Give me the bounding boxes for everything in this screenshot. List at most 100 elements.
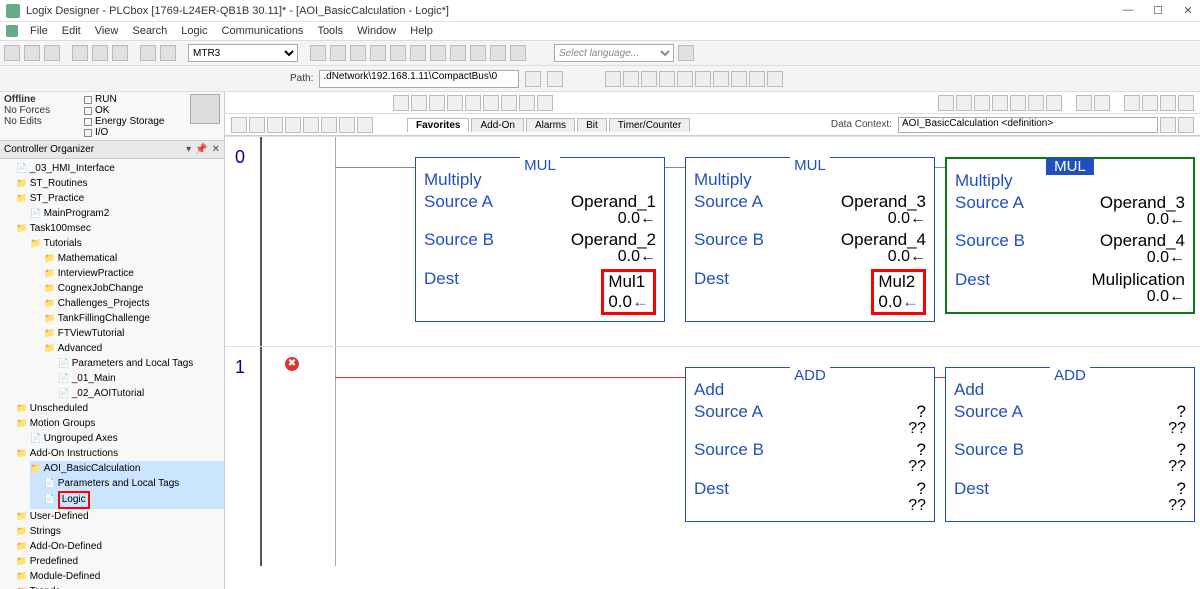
toolbar-icon[interactable]: [713, 71, 729, 87]
toolbar-icon[interactable]: [731, 71, 747, 87]
tree-folder[interactable]: FTViewTutorial: [44, 326, 224, 341]
coil-icon[interactable]: [1046, 95, 1062, 111]
new-icon[interactable]: [4, 45, 20, 61]
tool-icon[interactable]: [285, 117, 301, 133]
tree-folder[interactable]: TankFillingChallenge: [44, 311, 224, 326]
menu-communications[interactable]: Communications: [216, 25, 310, 37]
cut-icon[interactable]: [72, 45, 88, 61]
coil-icon[interactable]: [1028, 95, 1044, 111]
tree-item[interactable]: _03_HMI_Interface: [16, 161, 224, 176]
tree-folder[interactable]: Predefined: [16, 554, 224, 569]
tab-bit[interactable]: Bit: [577, 118, 607, 132]
source-b-value[interactable]: ?: [917, 440, 926, 460]
tree-folder[interactable]: Add-On Instructions AOI_BasicCalculation…: [16, 446, 224, 509]
instruction-mul-3-selected[interactable]: MUL Multiply Source AOperand_3 0.0← Sour…: [945, 157, 1195, 314]
contact-icon[interactable]: [974, 95, 990, 111]
contact-icon[interactable]: [447, 95, 463, 111]
rung-1[interactable]: 1 ✖ ADD Add Source A? ?? Source B? ?? De…: [225, 346, 1200, 566]
tree-folder[interactable]: Unscheduled: [16, 401, 224, 416]
tool-icon[interactable]: [321, 117, 337, 133]
tool-icon[interactable]: [1076, 95, 1092, 111]
tree-folder[interactable]: Challenges_Projects: [44, 296, 224, 311]
project-tree[interactable]: _03_HMI_Interface ST_Routines ST_Practic…: [0, 159, 224, 589]
source-a-value[interactable]: ?: [917, 402, 926, 422]
tree-folder-aoi-basiccalculation[interactable]: AOI_BasicCalculation Parameters and Loca…: [30, 461, 224, 509]
tool-icon[interactable]: [1142, 95, 1158, 111]
instruction-add-1[interactable]: ADD Add Source A? ?? Source B? ?? Dest? …: [685, 367, 935, 522]
tree-folder[interactable]: Motion Groups Ungrouped Axes: [16, 416, 224, 446]
source-a-value[interactable]: Operand_3: [841, 192, 926, 212]
coil-icon[interactable]: [483, 95, 499, 111]
toolbar-icon[interactable]: [695, 71, 711, 87]
tag-combo[interactable]: MTR3: [188, 44, 298, 62]
source-b-value[interactable]: Operand_4: [841, 230, 926, 250]
tool-icon[interactable]: [303, 117, 319, 133]
ladder-editor[interactable]: 0 MUL Multiply Source AOperand_1 0.0← So…: [225, 136, 1200, 589]
tab-addon[interactable]: Add-On: [471, 118, 523, 132]
dest-value[interactable]: ?: [917, 479, 926, 499]
toolbar-icon[interactable]: [605, 71, 621, 87]
tool-icon[interactable]: [357, 117, 373, 133]
menu-tools[interactable]: Tools: [311, 25, 349, 37]
tool-icon[interactable]: [330, 45, 346, 61]
tool-icon[interactable]: [267, 117, 283, 133]
tree-folder[interactable]: User-Defined: [16, 509, 224, 524]
toolbar-icon[interactable]: [767, 71, 783, 87]
tool-icon[interactable]: [231, 117, 247, 133]
data-context-tool-icon[interactable]: [1178, 117, 1194, 133]
tree-folder[interactable]: CognexJobChange: [44, 281, 224, 296]
rung-icon[interactable]: [938, 95, 954, 111]
data-context-dropdown-icon[interactable]: [1160, 117, 1176, 133]
tree-item[interactable]: Ungrouped Axes: [30, 431, 224, 446]
copy-icon[interactable]: [92, 45, 108, 61]
source-b-value[interactable]: ?: [1177, 440, 1186, 460]
tree-folder[interactable]: Task100msec Tutorials Mathematical Inter…: [16, 221, 224, 401]
minimize-button[interactable]: —: [1122, 4, 1134, 17]
dest-highlight[interactable]: Mul1 0.0←: [601, 269, 656, 315]
tool-icon[interactable]: [249, 117, 265, 133]
lang-icon[interactable]: [678, 45, 694, 61]
tool-icon[interactable]: [390, 45, 406, 61]
coil-icon[interactable]: [501, 95, 517, 111]
toolbar-icon[interactable]: [641, 71, 657, 87]
contact-icon[interactable]: [992, 95, 1008, 111]
tree-item[interactable]: Parameters and Local Tags: [44, 476, 224, 491]
path-field[interactable]: .dNetwork\192.168.1.11\CompactBus\0: [319, 70, 519, 88]
save-icon[interactable]: [44, 45, 60, 61]
source-b-value[interactable]: Operand_4: [1100, 231, 1185, 251]
rung-0[interactable]: 0 MUL Multiply Source AOperand_1 0.0← So…: [225, 136, 1200, 346]
menu-view[interactable]: View: [89, 25, 125, 37]
tree-folder[interactable]: ST_Routines: [16, 176, 224, 191]
instruction-add-2[interactable]: ADD Add Source A? ?? Source B? ?? Dest? …: [945, 367, 1195, 522]
source-a-value[interactable]: Operand_3: [1100, 193, 1185, 213]
tree-folder[interactable]: Advanced Parameters and Local Tags _01_M…: [44, 341, 224, 401]
organizer-dropdown-icon[interactable]: ▾: [186, 144, 191, 155]
dest-value[interactable]: ?: [1177, 479, 1186, 499]
source-b-value[interactable]: Operand_2: [571, 230, 656, 250]
toolbar-icon[interactable]: [749, 71, 765, 87]
tool-icon[interactable]: [1094, 95, 1110, 111]
tree-folder[interactable]: Add-On-Defined: [16, 539, 224, 554]
organizer-pin-icon[interactable]: 📌: [195, 144, 207, 155]
data-context-field[interactable]: AOI_BasicCalculation <definition>: [898, 117, 1158, 133]
tree-folder[interactable]: Strings: [16, 524, 224, 539]
tree-item[interactable]: _02_AOITutorial: [58, 386, 224, 401]
tool-icon[interactable]: [450, 45, 466, 61]
path-browse-icon[interactable]: [547, 71, 563, 87]
tree-folder[interactable]: Tutorials Mathematical InterviewPractice…: [30, 236, 224, 401]
toolbar-icon[interactable]: [659, 71, 675, 87]
nav-first-icon[interactable]: [393, 95, 409, 111]
tab-timercounter[interactable]: Timer/Counter: [609, 118, 691, 132]
tree-folder[interactable]: InterviewPractice: [44, 266, 224, 281]
tool-icon[interactable]: [370, 45, 386, 61]
tool-icon[interactable]: [1124, 95, 1140, 111]
menu-logic[interactable]: Logic: [175, 25, 213, 37]
zoom-in-icon[interactable]: [490, 45, 506, 61]
dest-value[interactable]: Muliplication: [1091, 270, 1185, 290]
zoom-out-icon[interactable]: [510, 45, 526, 61]
tree-item[interactable]: Parameters and Local Tags: [58, 356, 224, 371]
source-a-value[interactable]: Operand_1: [571, 192, 656, 212]
tool-icon[interactable]: [310, 45, 326, 61]
language-select[interactable]: Select language...: [554, 44, 674, 62]
source-a-value[interactable]: ?: [1177, 402, 1186, 422]
